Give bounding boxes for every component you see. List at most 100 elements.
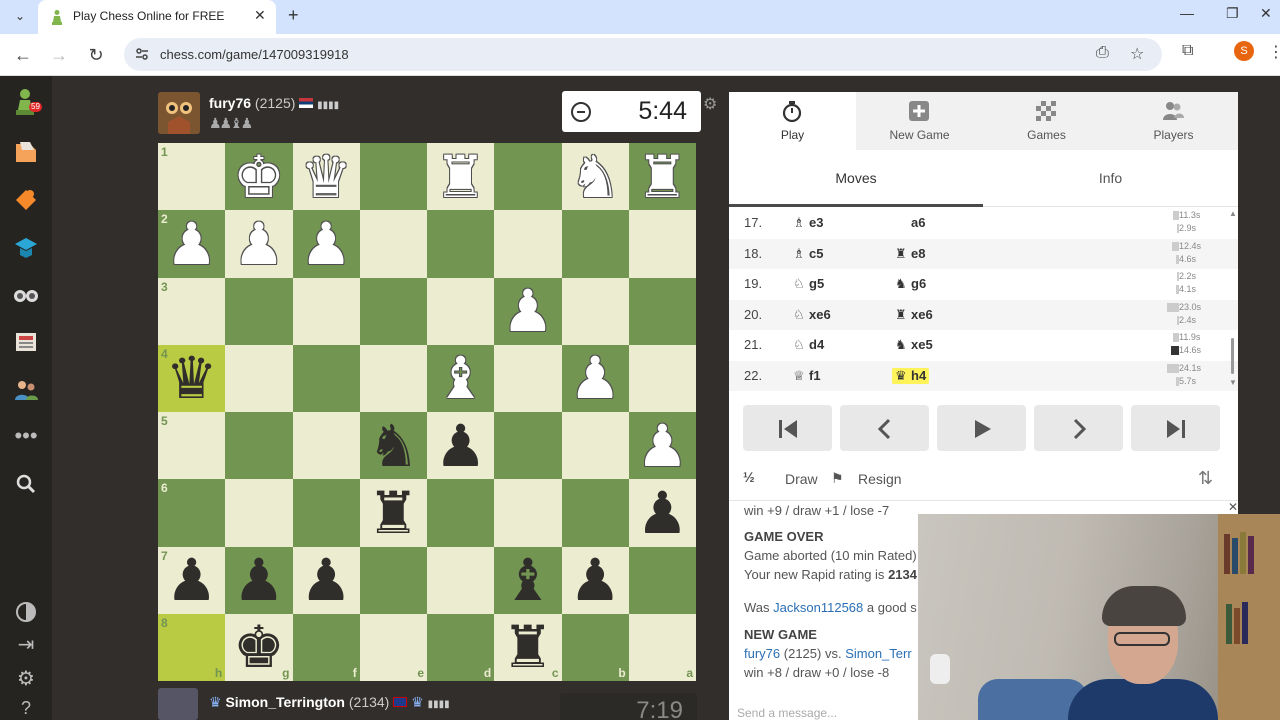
- white-move[interactable]: ♗ e3: [793, 215, 823, 231]
- restore-icon[interactable]: ❐: [1226, 5, 1239, 22]
- window-close-icon[interactable]: ✕: [1260, 5, 1272, 22]
- move-list-scrollbar[interactable]: [1231, 210, 1235, 390]
- square-h1[interactable]: 1: [158, 143, 226, 211]
- square-c1[interactable]: [494, 143, 562, 211]
- white-move[interactable]: ♕ f1: [793, 368, 821, 384]
- extensions-icon[interactable]: ⧉: [1182, 42, 1193, 60]
- white-move[interactable]: ♘ xe6: [793, 307, 831, 323]
- reload-icon[interactable]: ↻: [83, 42, 109, 68]
- address-bar[interactable]: chess.com/game/147009319918 ⎙ ☆: [124, 38, 1162, 71]
- white-queen-icon[interactable]: ♛: [293, 143, 360, 210]
- site-info-icon[interactable]: [134, 46, 150, 62]
- square-c8[interactable]: c ♜: [494, 613, 562, 681]
- white-pawn-icon[interactable]: ♟: [158, 210, 225, 277]
- last-move-button[interactable]: [1131, 405, 1220, 451]
- black-move[interactable]: ♜ xe6: [895, 307, 933, 323]
- forward-icon[interactable]: →: [46, 42, 72, 68]
- black-pawn-icon[interactable]: ♟: [629, 479, 696, 546]
- white-knight-icon[interactable]: ♞: [562, 143, 629, 210]
- back-icon[interactable]: ←: [10, 42, 36, 68]
- user-link[interactable]: Jackson112568: [773, 600, 863, 615]
- profile-avatar[interactable]: S: [1234, 41, 1254, 61]
- square-c6[interactable]: [494, 479, 562, 547]
- black-pawn-icon[interactable]: ♟: [562, 547, 629, 614]
- black-bishop-icon[interactable]: ♝: [494, 547, 561, 614]
- previous-move-button[interactable]: [840, 405, 929, 451]
- white-pawn-icon[interactable]: ♟: [225, 210, 292, 277]
- tab-play[interactable]: Play: [729, 92, 856, 150]
- chat-input[interactable]: Send a message...: [737, 706, 837, 720]
- square-d3[interactable]: [427, 277, 495, 345]
- square-h6[interactable]: 6: [158, 479, 226, 547]
- square-b5[interactable]: [561, 412, 629, 480]
- collapse-icon[interactable]: ⇥: [12, 632, 40, 660]
- first-move-button[interactable]: [743, 405, 832, 451]
- square-e4[interactable]: [359, 344, 427, 412]
- black-move[interactable]: a6: [895, 215, 925, 230]
- user-link[interactable]: Simon_Terr: [845, 646, 911, 661]
- white-pawn-icon[interactable]: ♟: [494, 278, 561, 345]
- square-f3[interactable]: [292, 277, 360, 345]
- bookmark-star-icon[interactable]: ☆: [1130, 44, 1144, 64]
- next-move-button[interactable]: [1034, 405, 1123, 451]
- tab-new-game[interactable]: New Game: [856, 92, 983, 150]
- play-pawn-icon[interactable]: 59: [12, 88, 42, 116]
- white-move[interactable]: ♗ c5: [793, 246, 823, 262]
- scrollbar-thumb[interactable]: [1231, 338, 1234, 374]
- black-queen-icon[interactable]: ♛: [158, 345, 225, 412]
- square-g1[interactable]: ♚: [225, 143, 293, 211]
- white-pawn-icon[interactable]: ♟: [293, 210, 360, 277]
- tab-close-icon[interactable]: ✕: [254, 7, 266, 24]
- square-g3[interactable]: [225, 277, 293, 345]
- square-g4[interactable]: [225, 344, 293, 412]
- tab-players[interactable]: Players: [1110, 92, 1238, 150]
- square-f4[interactable]: [292, 344, 360, 412]
- tab-moves[interactable]: Moves: [729, 150, 983, 207]
- square-b7[interactable]: ♟: [561, 546, 629, 614]
- black-pawn-icon[interactable]: ♟: [158, 547, 225, 614]
- help-icon[interactable]: ?: [12, 698, 40, 720]
- square-b8[interactable]: b: [561, 613, 629, 681]
- square-e6[interactable]: ♜: [359, 479, 427, 547]
- minimize-icon[interactable]: —: [1180, 5, 1194, 21]
- black-pawn-icon[interactable]: ♟: [427, 412, 494, 479]
- square-g6[interactable]: [225, 479, 293, 547]
- square-b4[interactable]: ♟: [561, 344, 629, 412]
- square-e1[interactable]: [359, 143, 427, 211]
- black-king-icon[interactable]: ♚: [225, 614, 292, 681]
- user-link[interactable]: fury76: [744, 646, 780, 661]
- chess-board[interactable]: 1 ♚ ♛ ♜ ♞ ♜ 2 ♟ ♟ ♟ 3 ♟ 4 ♛ ♝ ♟ 5 ♞ ♟ ♟ 6 ♜ ♟ 7 ♟ ♟ ♟ ♝ ♟ 8 h g ♚ f e d c ♜ b a: [158, 143, 696, 681]
- black-rook-icon[interactable]: ♜: [494, 614, 561, 681]
- learn-icon[interactable]: [12, 186, 40, 214]
- top-player-name[interactable]: fury76 (2125) ▮▮▮▮: [209, 95, 339, 111]
- square-g2[interactable]: ♟: [225, 210, 293, 278]
- lessons-icon[interactable]: [12, 234, 40, 262]
- white-rook-icon[interactable]: ♜: [427, 143, 494, 210]
- square-a8[interactable]: a: [628, 613, 696, 681]
- square-d6[interactable]: [427, 479, 495, 547]
- white-pawn-icon[interactable]: ♟: [629, 412, 696, 479]
- black-knight-icon[interactable]: ♞: [360, 412, 427, 479]
- square-d8[interactable]: d: [427, 613, 495, 681]
- black-move[interactable]: ♞ xe5: [895, 337, 933, 353]
- new-tab-icon[interactable]: +: [288, 5, 299, 26]
- webcam-close-icon[interactable]: ✕: [1228, 500, 1238, 514]
- square-d4[interactable]: ♝: [427, 344, 495, 412]
- install-app-icon[interactable]: ⎙: [1096, 44, 1109, 62]
- square-g5[interactable]: [225, 412, 293, 480]
- white-king-icon[interactable]: ♚: [225, 143, 292, 210]
- search-icon[interactable]: [12, 470, 40, 498]
- square-h2[interactable]: 2 ♟: [158, 210, 226, 278]
- square-g8[interactable]: g ♚: [225, 613, 293, 681]
- square-f7[interactable]: ♟: [292, 546, 360, 614]
- square-f1[interactable]: ♛: [292, 143, 360, 211]
- white-rook-icon[interactable]: ♜: [629, 143, 696, 210]
- square-h4[interactable]: 4 ♛: [158, 344, 226, 412]
- more-icon[interactable]: •••: [12, 422, 40, 450]
- square-b3[interactable]: [561, 277, 629, 345]
- board-settings-gear-icon[interactable]: ⚙: [703, 94, 717, 114]
- tab-info[interactable]: Info: [983, 150, 1238, 207]
- play-moves-button[interactable]: [937, 405, 1026, 451]
- square-a4[interactable]: [628, 344, 696, 412]
- square-a5[interactable]: ♟: [628, 412, 696, 480]
